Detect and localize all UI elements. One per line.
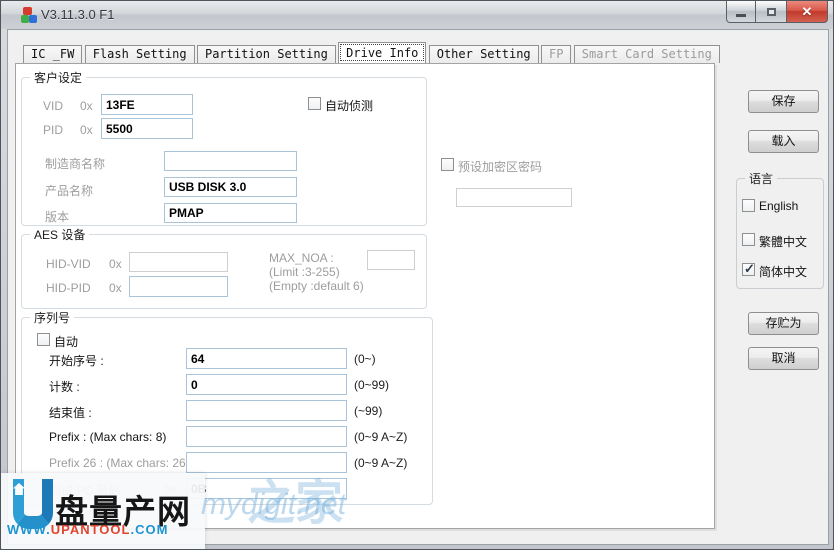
save-button[interactable]: 保存 (748, 90, 819, 113)
serial-number-title: 序列号 (30, 309, 74, 326)
prefix26-label: Prefix 26 : (Max chars: 26) (49, 456, 190, 470)
auto-detect-checkbox[interactable] (308, 97, 321, 110)
auto-detect-label: 自动侦测 (325, 97, 373, 114)
watermark-url-name: UPANTOOL (51, 522, 131, 537)
app-icon (21, 7, 37, 23)
start-serial-hint: (0~) (354, 352, 376, 366)
tab-drive-info[interactable]: Drive Info (338, 42, 426, 63)
close-button[interactable]: ✕ (786, 1, 828, 23)
language-simplified-label: 简体中文 (759, 263, 807, 280)
product-name-input[interactable] (164, 177, 297, 197)
manufacturer-input[interactable] (164, 151, 297, 171)
end-value-label: 结束值 : (49, 404, 92, 421)
prefix-label: Prefix : (Max chars: 8) (49, 430, 166, 444)
vid-input[interactable] (101, 94, 193, 115)
prefix-hint: (0~9 A~Z) (354, 430, 407, 444)
aes-device-title: AES 设备 (30, 226, 89, 243)
save-as-button[interactable]: 存贮为 (748, 312, 819, 335)
watermark-mydigit-text: mydigit.net (201, 488, 346, 522)
tab-flash-setting[interactable]: Flash Setting (85, 45, 195, 63)
close-icon: ✕ (802, 4, 813, 20)
load-button[interactable]: 载入 (748, 130, 819, 153)
maximize-icon (767, 8, 776, 16)
vid-label: VID (43, 99, 63, 113)
tab-ic-fw[interactable]: IC _FW (23, 45, 82, 63)
preset-password-checkbox[interactable] (441, 158, 454, 171)
max-noa-input[interactable] (367, 250, 415, 270)
language-simplified-checkbox[interactable] (742, 263, 755, 276)
customer-settings-title: 客户设定 (30, 69, 86, 86)
max-noa-label-line2: (Limit :3-255) (269, 265, 340, 279)
window-controls: ✕ (726, 1, 828, 23)
watermark-url-www: WWW. (7, 522, 51, 537)
watermark-box: 盘量产网 WWW.UPANTOOL.COM (1, 473, 205, 550)
hid-vid-hex-prefix: 0x (109, 257, 122, 271)
tab-other-setting[interactable]: Other Setting (429, 45, 539, 63)
hid-pid-input[interactable] (129, 276, 228, 297)
product-name-label: 产品名称 (45, 182, 93, 199)
tab-smart-card-setting[interactable]: Smart Card Setting (574, 45, 720, 63)
start-serial-label: 开始序号 : (49, 352, 104, 369)
count-label: 计数 : (49, 378, 80, 395)
minimize-icon (736, 14, 746, 17)
language-group-title: 语言 (745, 170, 777, 187)
cancel-button[interactable]: 取消 (748, 347, 819, 370)
title-bar[interactable]: V3.11.3.0 F1 (1, 1, 833, 29)
maximize-button[interactable] (756, 1, 786, 23)
pid-input[interactable] (101, 118, 193, 139)
version-label: 版本 (45, 208, 69, 225)
language-traditional-label: 繁體中文 (759, 233, 807, 250)
count-hint: (0~99) (354, 378, 389, 392)
hid-vid-input[interactable] (129, 252, 228, 272)
language-english-checkbox[interactable] (742, 199, 755, 212)
prefix-input[interactable] (186, 426, 347, 447)
preset-password-input[interactable] (456, 188, 572, 207)
minimize-button[interactable] (726, 1, 756, 23)
prefix26-hint: (0~9 A~Z) (354, 456, 407, 470)
pid-hex-prefix: 0x (80, 123, 93, 137)
manufacturer-label: 制造商名称 (45, 155, 105, 172)
tab-strip: IC _FW Flash Setting Partition Setting D… (23, 45, 719, 64)
version-input[interactable] (164, 203, 297, 223)
tab-partition-setting[interactable]: Partition Setting (197, 45, 336, 63)
watermark-url: WWW.UPANTOOL.COM (7, 522, 168, 537)
serial-auto-checkbox[interactable] (37, 333, 50, 346)
end-value-input[interactable] (186, 400, 347, 421)
vid-hex-prefix: 0x (80, 99, 93, 113)
watermark-url-com: .COM (130, 522, 168, 537)
max-noa-label-line3: (Empty :default 6) (269, 279, 364, 293)
preset-password-label: 预设加密区密码 (458, 158, 542, 175)
hid-vid-label: HID-VID (46, 257, 91, 271)
start-serial-input[interactable] (186, 348, 347, 369)
app-window: V3.11.3.0 F1 ✕ IC _FW Flash Setting Part… (0, 0, 834, 550)
hid-pid-label: HID-PID (46, 281, 91, 295)
end-value-hint: (~99) (354, 404, 382, 418)
language-traditional-checkbox[interactable] (742, 233, 755, 246)
count-input[interactable] (186, 374, 347, 395)
tab-fp[interactable]: FP (541, 45, 571, 63)
language-english-label: English (759, 199, 798, 213)
serial-auto-label: 自动 (54, 333, 78, 350)
window-title: V3.11.3.0 F1 (41, 7, 114, 22)
hid-pid-hex-prefix: 0x (109, 281, 122, 295)
pid-label: PID (43, 123, 63, 137)
max-noa-label-line1: MAX_NOA : (269, 251, 334, 265)
